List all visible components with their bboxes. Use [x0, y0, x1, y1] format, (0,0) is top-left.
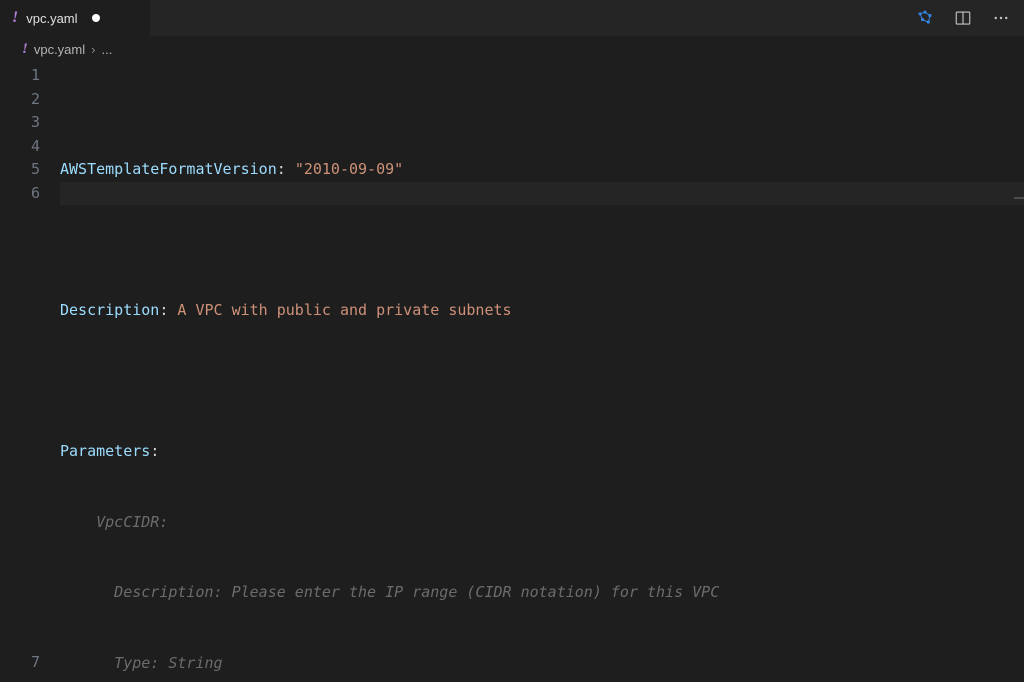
line-number: 5 — [0, 158, 40, 182]
line-number: 2 — [0, 88, 40, 112]
breadcrumb-tail: ... — [101, 42, 112, 57]
current-line-highlight — [60, 182, 1024, 206]
tab-vpc-yaml[interactable]: ! vpc.yaml — [0, 0, 150, 36]
unsaved-indicator-icon — [92, 14, 100, 22]
breadcrumb-file: vpc.yaml — [34, 42, 85, 57]
suggestion-text: VpcCIDR: — [60, 513, 168, 531]
code-line — [60, 370, 1024, 394]
editor[interactable]: 1 2 3 4 5 6 7 AWSTemplateFormatVersion: … — [0, 62, 1024, 682]
line-number: 1 — [0, 64, 40, 88]
line-number: 4 — [0, 135, 40, 159]
code-line: Parameters: — [60, 440, 1024, 464]
code-line: AWSTemplateFormatVersion: "2010-09-09" — [60, 158, 1024, 182]
line-number-gutter: 1 2 3 4 5 6 7 — [0, 62, 60, 682]
split-editor-icon[interactable] — [952, 7, 974, 29]
line-number: 6 — [0, 182, 40, 206]
suggestion-text: Type: String — [60, 652, 1024, 676]
tab-bar: ! vpc.yaml — [0, 0, 1024, 36]
suggestion-text: Description: Please enter the IP range (… — [60, 581, 1024, 605]
yaml-file-icon: ! — [12, 9, 18, 27]
more-actions-icon[interactable] — [990, 7, 1012, 29]
tab-filename: vpc.yaml — [26, 11, 77, 26]
code-line — [60, 229, 1024, 253]
chevron-right-icon: › — [91, 42, 95, 57]
code-line: Description: A VPC with public and priva… — [60, 299, 1024, 323]
codewhisperer-icon[interactable] — [914, 7, 936, 29]
code-area[interactable]: AWSTemplateFormatVersion: "2010-09-09" D… — [60, 62, 1024, 682]
code-line: VpcCIDR: — [60, 511, 1024, 535]
tab-bar-actions — [914, 0, 1024, 36]
overview-ruler-mark — [1014, 197, 1024, 199]
line-number: 7 — [0, 651, 40, 675]
breadcrumb[interactable]: ! vpc.yaml › ... — [0, 36, 1024, 62]
yaml-file-icon: ! — [22, 41, 28, 58]
line-number: 3 — [0, 111, 40, 135]
